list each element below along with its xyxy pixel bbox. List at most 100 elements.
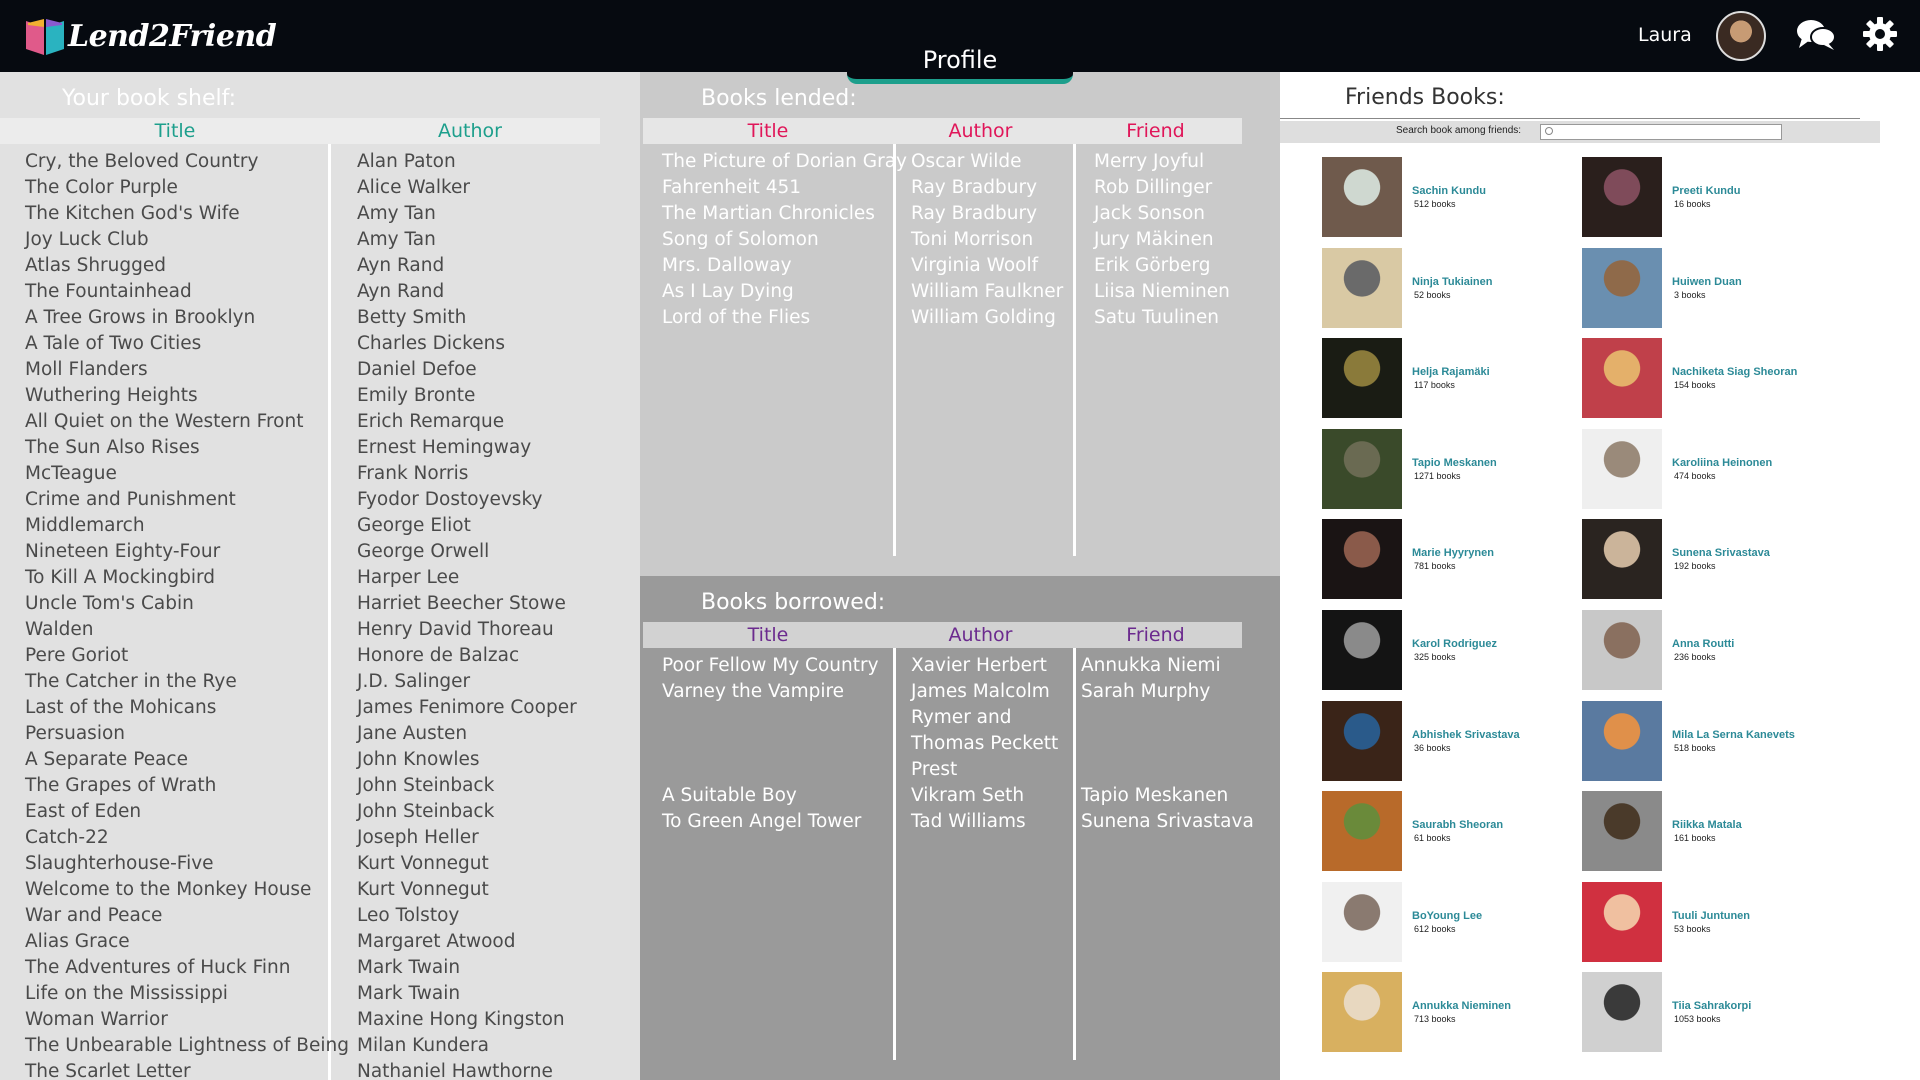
lended-book-author[interactable]: Oscar Wilde bbox=[911, 149, 1063, 175]
lended-friend-name[interactable]: Satu Tuulinen bbox=[1094, 305, 1230, 331]
shelf-book-author[interactable]: Charles Dickens bbox=[357, 331, 577, 357]
lended-friend-name[interactable]: Rob Dillinger bbox=[1094, 175, 1230, 201]
friend-avatar[interactable] bbox=[1582, 700, 1662, 781]
shelf-book-author[interactable]: Joseph Heller bbox=[357, 825, 577, 851]
borrowed-book-author[interactable]: Thomas Peckett bbox=[911, 731, 1058, 757]
shelf-book-title[interactable]: All Quiet on the Western Front bbox=[25, 409, 349, 435]
borrowed-book-title[interactable]: To Green Angel Tower bbox=[662, 809, 879, 835]
lended-book-author[interactable]: Toni Morrison bbox=[911, 227, 1063, 253]
friend-name[interactable]: Tiia Sahrakorpi bbox=[1672, 1000, 1751, 1012]
shelf-book-title[interactable]: Atlas Shrugged bbox=[25, 253, 349, 279]
borrowed-col-author[interactable]: Author bbox=[893, 622, 1068, 648]
friend-card[interactable]: Karol Rodriguez 325 books bbox=[1322, 610, 1572, 690]
shelf-book-author[interactable]: Frank Norris bbox=[357, 461, 577, 487]
borrowed-book-title[interactable]: Varney the Vampire bbox=[662, 679, 879, 705]
shelf-book-author[interactable]: Ayn Rand bbox=[357, 253, 577, 279]
shelf-book-author[interactable]: Milan Kundera bbox=[357, 1033, 577, 1059]
borrowed-friend-name[interactable]: Annukka Niemi bbox=[1081, 653, 1254, 679]
friend-avatar[interactable] bbox=[1582, 519, 1662, 600]
shelf-book-author[interactable]: Honore de Balzac bbox=[357, 643, 577, 669]
friend-avatar[interactable] bbox=[1582, 428, 1662, 509]
borrowed-book-author[interactable]: Prest bbox=[911, 757, 1058, 783]
friend-card[interactable]: Tuuli Juntunen 53 books bbox=[1582, 881, 1832, 962]
lended-book-author[interactable]: William Golding bbox=[911, 305, 1063, 331]
shelf-book-author[interactable]: Daniel Defoe bbox=[357, 357, 577, 383]
lended-book-title[interactable]: The Martian Chronicles bbox=[662, 201, 907, 227]
friend-card[interactable]: Tapio Meskanen 1271 books bbox=[1322, 428, 1572, 509]
borrowed-friend-name[interactable]: Sarah Murphy bbox=[1081, 679, 1254, 705]
friend-name[interactable]: Anna Routti bbox=[1672, 638, 1734, 650]
borrowed-book-title[interactable] bbox=[662, 757, 879, 783]
friend-card[interactable]: Huiwen Duan 3 books bbox=[1582, 247, 1832, 328]
search-input[interactable] bbox=[1540, 124, 1782, 140]
lended-col-author[interactable]: Author bbox=[893, 118, 1068, 144]
shelf-book-title[interactable]: Slaughterhouse-Five bbox=[25, 851, 349, 877]
shelf-book-title[interactable]: The Kitchen God's Wife bbox=[25, 201, 349, 227]
lended-book-title[interactable]: The Picture of Dorian Gray bbox=[662, 149, 907, 175]
shelf-book-title[interactable]: Uncle Tom's Cabin bbox=[25, 591, 349, 617]
friend-card[interactable]: Ninja Tukiainen 52 books bbox=[1322, 247, 1572, 328]
friend-card[interactable]: Saurabh Sheoran 61 books bbox=[1322, 791, 1572, 872]
lended-book-title[interactable]: As I Lay Dying bbox=[662, 279, 907, 305]
shelf-col-author[interactable]: Author bbox=[350, 118, 590, 144]
shelf-book-title[interactable]: The Fountainhead bbox=[25, 279, 349, 305]
lended-book-title[interactable]: Lord of the Flies bbox=[662, 305, 907, 331]
lended-friend-name[interactable]: Erik Görberg bbox=[1094, 253, 1230, 279]
shelf-book-author[interactable]: Alice Walker bbox=[357, 175, 577, 201]
friend-avatar[interactable] bbox=[1582, 157, 1662, 237]
friend-name[interactable]: Sunena Srivastava bbox=[1672, 547, 1770, 559]
app-logo[interactable]: Lend2Friend bbox=[24, 14, 277, 58]
friend-name[interactable]: Annukka Nieminen bbox=[1412, 1000, 1511, 1012]
avatar[interactable] bbox=[1716, 11, 1766, 61]
friend-avatar[interactable] bbox=[1322, 791, 1402, 872]
chat-icon[interactable] bbox=[1796, 18, 1836, 52]
lended-book-author[interactable]: Ray Bradbury bbox=[911, 201, 1063, 227]
friend-card[interactable]: Riikka Matala 161 books bbox=[1582, 791, 1832, 872]
friend-avatar[interactable] bbox=[1322, 700, 1402, 781]
friend-card[interactable]: BoYoung Lee 612 books bbox=[1322, 881, 1572, 962]
friend-name[interactable]: Riikka Matala bbox=[1672, 819, 1742, 831]
borrowed-friend-name[interactable] bbox=[1081, 757, 1254, 783]
shelf-book-title[interactable]: Pere Goriot bbox=[25, 643, 349, 669]
shelf-book-author[interactable]: Harriet Beecher Stowe bbox=[357, 591, 577, 617]
friend-card[interactable]: Tiia Sahrakorpi 1053 books bbox=[1582, 972, 1832, 1053]
borrowed-book-author[interactable]: James Malcolm bbox=[911, 679, 1058, 705]
friend-avatar[interactable] bbox=[1322, 972, 1402, 1053]
shelf-book-author[interactable]: Alan Paton bbox=[357, 149, 577, 175]
tab-profile[interactable]: Profile bbox=[847, 40, 1073, 84]
shelf-book-author[interactable]: Harper Lee bbox=[357, 565, 577, 591]
shelf-book-author[interactable]: Fyodor Dostoyevsky bbox=[357, 487, 577, 513]
shelf-book-author[interactable]: J.D. Salinger bbox=[357, 669, 577, 695]
borrowed-book-title[interactable]: A Suitable Boy bbox=[662, 783, 879, 809]
shelf-book-author[interactable]: Ayn Rand bbox=[357, 279, 577, 305]
shelf-book-author[interactable]: Maxine Hong Kingston bbox=[357, 1007, 577, 1033]
friend-name[interactable]: Karoliina Heinonen bbox=[1672, 457, 1772, 469]
friend-avatar[interactable] bbox=[1322, 247, 1402, 328]
shelf-book-title[interactable]: Middlemarch bbox=[25, 513, 349, 539]
friend-card[interactable]: Preeti Kundu 16 books bbox=[1582, 157, 1832, 237]
shelf-book-title[interactable]: War and Peace bbox=[25, 903, 349, 929]
friend-name[interactable]: Huiwen Duan bbox=[1672, 276, 1742, 288]
shelf-book-author[interactable]: George Orwell bbox=[357, 539, 577, 565]
shelf-book-title[interactable]: Walden bbox=[25, 617, 349, 643]
friend-avatar[interactable] bbox=[1322, 157, 1402, 237]
shelf-book-author[interactable]: Nathaniel Hawthorne bbox=[357, 1059, 577, 1080]
shelf-book-title[interactable]: Alias Grace bbox=[25, 929, 349, 955]
shelf-book-title[interactable]: To Kill A Mockingbird bbox=[25, 565, 349, 591]
lended-col-friend[interactable]: Friend bbox=[1068, 118, 1243, 144]
friend-name[interactable]: Preeti Kundu bbox=[1672, 185, 1740, 197]
lended-book-title[interactable]: Song of Solomon bbox=[662, 227, 907, 253]
shelf-book-title[interactable]: East of Eden bbox=[25, 799, 349, 825]
shelf-book-author[interactable]: John Steinback bbox=[357, 799, 577, 825]
borrowed-friend-name[interactable]: Sunena Srivastava bbox=[1081, 809, 1254, 835]
shelf-book-author[interactable]: Jane Austen bbox=[357, 721, 577, 747]
lended-book-author[interactable]: William Faulkner bbox=[911, 279, 1063, 305]
shelf-book-author[interactable]: Mark Twain bbox=[357, 955, 577, 981]
friend-name[interactable]: BoYoung Lee bbox=[1412, 910, 1482, 922]
shelf-book-title[interactable]: A Tale of Two Cities bbox=[25, 331, 349, 357]
shelf-book-author[interactable]: Amy Tan bbox=[357, 227, 577, 253]
shelf-book-title[interactable]: Last of the Mohicans bbox=[25, 695, 349, 721]
friend-card[interactable]: Sachin Kundu 512 books bbox=[1322, 157, 1572, 237]
username[interactable]: Laura bbox=[1638, 24, 1692, 46]
friend-name[interactable]: Helja Rajamäki bbox=[1412, 366, 1490, 378]
